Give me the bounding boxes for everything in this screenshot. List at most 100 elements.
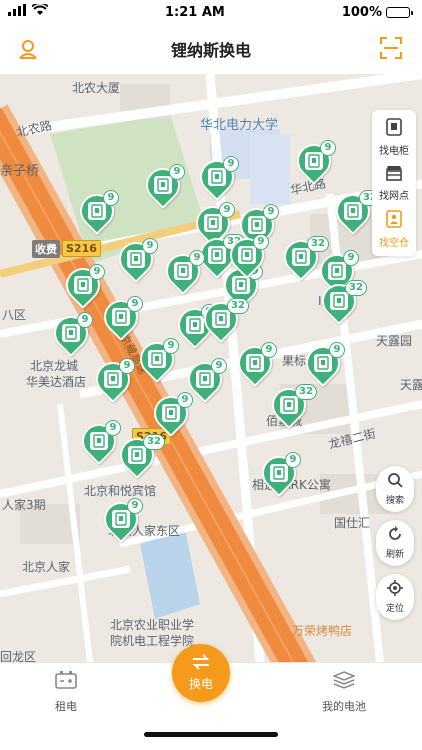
cabinet-icon	[74, 276, 92, 294]
app-header: 锂纳斯换电	[0, 24, 422, 74]
pin-count-badge: 9	[189, 250, 205, 266]
cabinet-icon	[238, 246, 256, 264]
toll-badge: 收费	[32, 240, 60, 258]
battery-cabinet-pin[interactable]: 9	[132, 334, 182, 386]
battery-cabinet-pin[interactable]: 9	[289, 136, 339, 188]
battery-cabinet-pin[interactable]: 9	[138, 160, 188, 212]
battery-cabinet-pin[interactable]: 9	[111, 234, 161, 286]
battery-cabinet-pin[interactable]: 9	[298, 338, 348, 390]
pin-count-badge: 9	[177, 392, 193, 408]
battery-cabinet-pin[interactable]: 9	[230, 338, 280, 390]
search-label: 搜索	[385, 496, 404, 506]
pin-count-badge: 32	[227, 298, 249, 314]
pin-count-badge: 9	[127, 498, 143, 514]
cabinet-icon	[186, 316, 204, 334]
cabinet-icon	[174, 262, 192, 280]
filter-cabinet[interactable]: 找电柜	[372, 114, 416, 160]
battery-cabinet-pin[interactable]: 9	[58, 260, 108, 312]
battery-cabinet-pin[interactable]: 9	[72, 186, 122, 238]
battery-cabinet-pin[interactable]: 32	[112, 430, 165, 482]
locate-icon	[387, 580, 403, 599]
search-icon	[387, 472, 403, 491]
scan-icon[interactable]	[380, 37, 404, 61]
battery-cabinet-pin[interactable]: 32	[196, 294, 249, 346]
pin-count-badge: 9	[169, 164, 185, 180]
battery-cabinet-pin[interactable]: 32	[328, 186, 381, 238]
map-label: 华北电力大学	[200, 118, 279, 133]
cabinet-icon	[112, 308, 130, 326]
filter-store[interactable]: 找网点	[372, 160, 416, 206]
status-time: 1:21 AM	[164, 4, 225, 20]
wifi-icon	[31, 2, 49, 20]
page-title: 锂纳斯换电	[170, 41, 251, 60]
cabinet-icon	[248, 216, 266, 234]
filter-panel: 找电柜 找网点 找空仓	[372, 110, 416, 256]
search-button[interactable]: 搜索	[376, 466, 414, 512]
nav-rent[interactable]: 租电	[21, 671, 111, 714]
refresh-icon	[387, 526, 403, 545]
battery-cabinet-pin[interactable]: 9	[222, 230, 272, 282]
pin-count-badge: 9	[223, 156, 239, 172]
pin-count-badge: 9	[163, 338, 179, 354]
filter-empty-slot[interactable]: 找空仓	[372, 206, 416, 252]
refresh-button[interactable]: 刷新	[376, 520, 414, 566]
battery-cabinet-pin[interactable]: 9	[96, 292, 146, 344]
user-profile-icon[interactable]	[16, 37, 40, 61]
locate-button[interactable]: 定位	[376, 574, 414, 620]
cabinet-icon	[90, 432, 108, 450]
cabinet-icon	[104, 370, 122, 388]
battery-cabinet-pin[interactable]: 9	[158, 246, 208, 298]
map-label: 人家3期	[2, 498, 46, 512]
battery-cabinet-pin[interactable]: 9	[180, 354, 230, 406]
map-label: 华美达酒店	[26, 375, 87, 389]
cabinet-icon	[270, 464, 288, 482]
map-label: 北京人家	[22, 560, 71, 574]
pin-count-badge: 9	[142, 238, 158, 254]
status-left	[8, 2, 49, 20]
battery-cabinet-pin[interactable]: 32	[264, 380, 317, 432]
cabinet-icon	[162, 404, 180, 422]
battery-cabinet-pin[interactable]: 32	[314, 276, 367, 328]
pin-count-badge: 9	[127, 296, 143, 312]
battery-cabinet-pin[interactable]: 32	[276, 232, 329, 284]
battery-cabinet-pin[interactable]: 9	[96, 494, 146, 546]
pin-count-badge: 9	[89, 264, 105, 280]
pin-count-badge: 32	[143, 434, 165, 450]
home-indicator	[144, 732, 278, 737]
cabinet-icon	[196, 370, 214, 388]
cabinet-icon	[344, 202, 362, 220]
cabinet-icon	[112, 510, 130, 528]
cabinet-icon	[314, 354, 332, 372]
cabinet-icon	[280, 396, 298, 414]
battery-icon	[386, 6, 413, 18]
filter-store-label: 找网点	[379, 190, 409, 202]
map-view[interactable]: 北农大厦 北农路 华北电力大学 亲子桥 华北路 收费 S216 八区 I厦 天露…	[0, 74, 422, 662]
map-label: 亲子桥	[0, 164, 40, 179]
pin-count-badge: 9	[119, 358, 135, 374]
filter-cabinet-label: 找电柜	[379, 145, 409, 157]
nav-my-battery[interactable]: 我的电池	[299, 671, 389, 714]
battery-cabinet-pin[interactable]: 9	[192, 152, 242, 204]
cabinet-icon	[127, 250, 145, 268]
cabinet-icon	[292, 248, 310, 266]
map-label: 北京和悦宾馆	[84, 484, 157, 498]
pin-count-badge: 32	[295, 384, 317, 400]
pin-count-badge: 9	[320, 140, 336, 156]
cabinet-icon	[62, 324, 80, 342]
battery-cabinet-pin[interactable]: 9	[88, 354, 138, 406]
pin-count-badge: 32	[345, 280, 367, 296]
map-label: 院机电工程学院	[110, 634, 195, 648]
swap-battery-button[interactable]: 换电	[172, 644, 230, 702]
map-label: 天露园	[376, 334, 413, 348]
status-bar: 1:21 AM 100%	[0, 0, 422, 24]
pin-count-badge: 9	[211, 358, 227, 374]
cabinet-icon	[208, 168, 226, 186]
cabinet-icon	[246, 354, 264, 372]
swap-arrows-icon	[191, 654, 211, 673]
battery-cabinet-pin[interactable]: 9	[46, 308, 96, 360]
battery-cabinet-pin[interactable]: 9	[146, 388, 196, 440]
battery-cabinet-pin[interactable]: 9	[74, 416, 124, 468]
pin-count-badge: 9	[285, 452, 301, 468]
map-label: 北京农业职业学	[110, 618, 195, 632]
battery-cabinet-pin[interactable]: 9	[254, 448, 304, 500]
